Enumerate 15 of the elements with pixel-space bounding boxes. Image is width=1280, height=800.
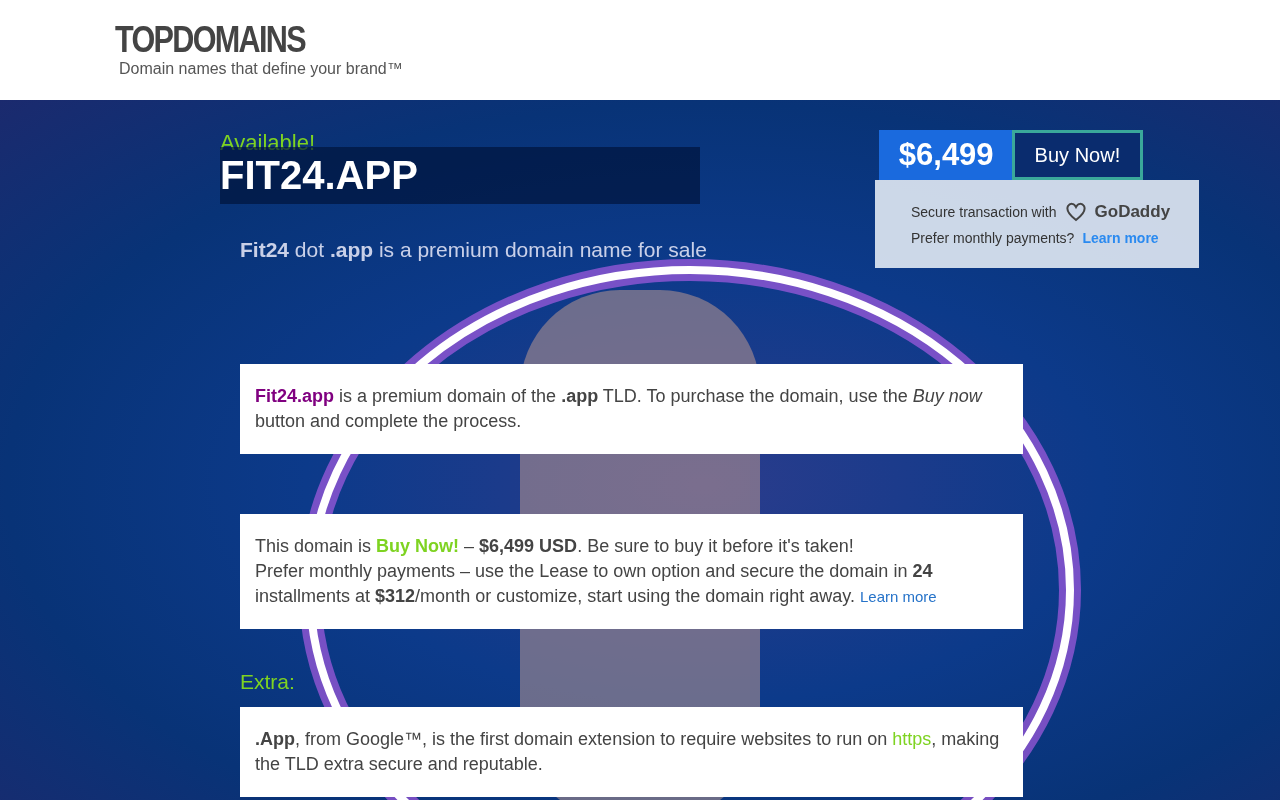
heart-logo-icon [1064, 202, 1087, 222]
info-paragraph: Prefer monthly payments – use the Lease to own option and secure the domain in 24 installments at $312/month or customize, start using the domain right away. Learn more [255, 560, 938, 608]
price-tag: $6,499 [878, 130, 1012, 180]
learn-more-link[interactable]: Learn more [860, 588, 937, 605]
buy-now-button[interactable]: Buy Now! [1011, 130, 1144, 180]
extra-heading: Extra: [240, 669, 296, 695]
site-logo[interactable]: TOPDOMAINS [115, 20, 305, 60]
monthly-payments-text: Prefer monthly payments? [911, 230, 1075, 246]
info-paragraph: Fit24.app is a premium domain of the .app TLD. To purchase the domain, use the Buy now button and complete the process. [255, 385, 984, 433]
secure-transaction-text: Secure transaction with [911, 204, 1057, 220]
domain-subtitle: Fit24 dot .app is a premium domain name for sale [240, 238, 707, 262]
partner-logo-text: GoDaddy [1094, 202, 1171, 222]
tagline: Domain names that define your brand™ [119, 60, 403, 78]
info-paragraph: This domain is Buy Now! – $6,499 USD. Be sure to buy it before it's taken! [255, 535, 855, 558]
info-paragraph: .App, from Google™, is the first domain extension to require websites to run on https, making the TLD extra secure and reputable. [255, 728, 1001, 776]
